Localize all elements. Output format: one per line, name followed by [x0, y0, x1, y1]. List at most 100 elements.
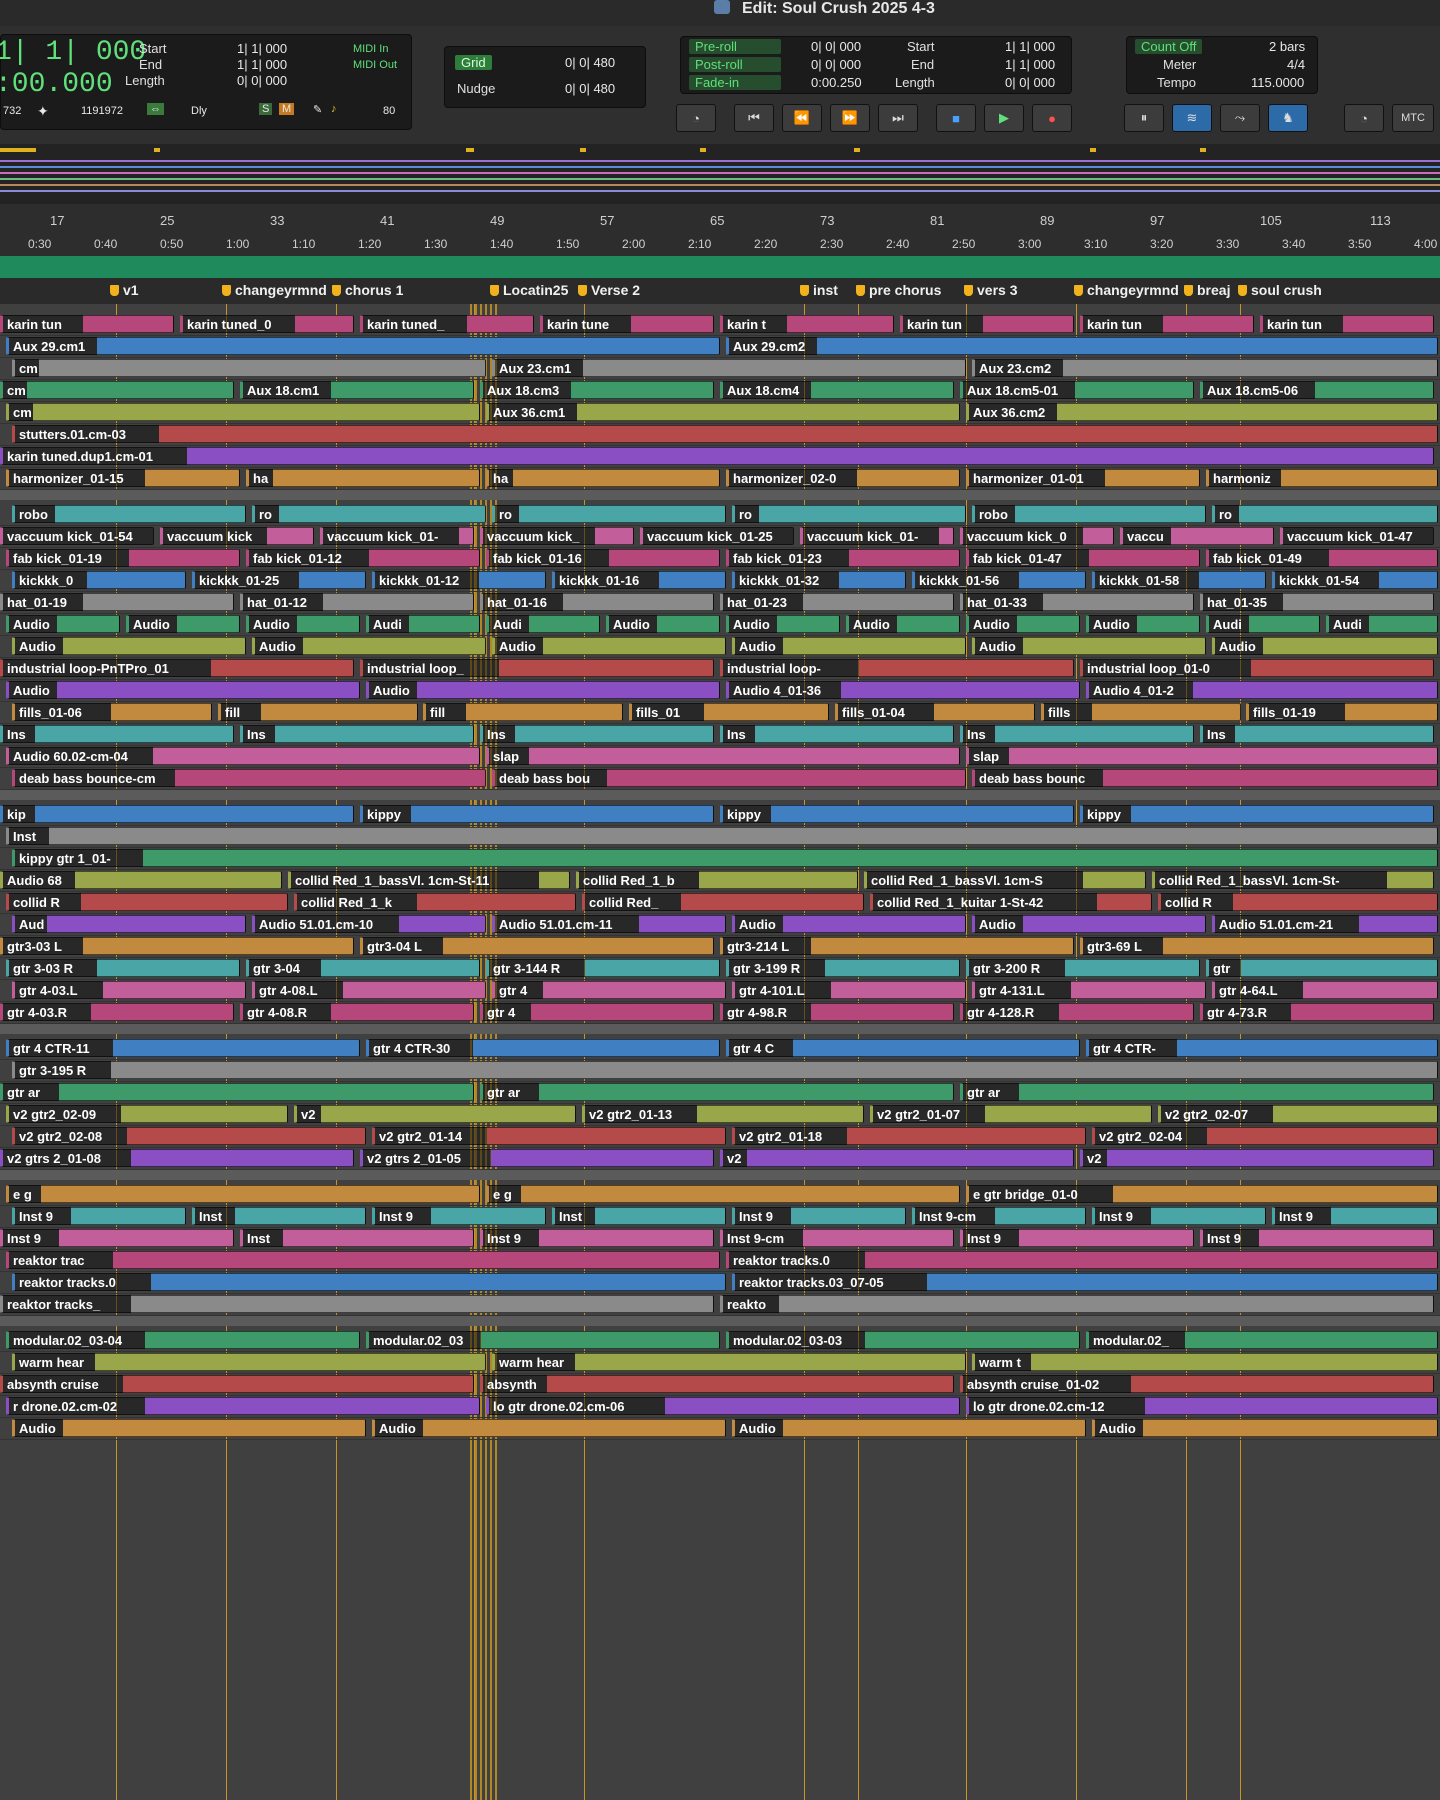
audio-clip[interactable]: gtr 3-195 R: [12, 1061, 1438, 1079]
audio-clip[interactable]: gtr 4-64.L: [1212, 981, 1438, 999]
audio-clip[interactable]: karin t: [720, 315, 894, 333]
audio-clip[interactable]: reakto: [720, 1295, 1434, 1313]
audio-clip[interactable]: gtr 4 CTR-11: [6, 1039, 360, 1057]
audio-clip[interactable]: ro: [492, 505, 726, 523]
audio-clip[interactable]: Audio 51.01.cm-21: [1212, 915, 1438, 933]
audio-clip[interactable]: modular.02_: [1086, 1331, 1438, 1349]
audio-clip[interactable]: Audio: [366, 681, 720, 699]
audio-clip[interactable]: Inst 9: [960, 1229, 1194, 1247]
audio-clip[interactable]: karin tun: [0, 315, 174, 333]
track-lane[interactable]: Inst 9 Inst Inst 9 Inst 9-cm Inst 9 Inst 9: [0, 1228, 1440, 1250]
audio-clip[interactable]: collid Red_1_bassVl. 1cm-S: [864, 871, 1146, 889]
audio-clip[interactable]: karin tun: [1260, 315, 1434, 333]
audio-clip[interactable]: Inst 9: [480, 1229, 714, 1247]
online-icon[interactable]: ◔: [676, 104, 716, 132]
track-lane[interactable]: gtr ar gtr ar gtr ar: [0, 1082, 1440, 1104]
track-lane[interactable]: Inst: [0, 826, 1440, 848]
track-lane[interactable]: kickkk_0 kickkk_01-25 kickkk_01-12 kickkk_0…: [0, 570, 1440, 592]
audio-clip[interactable]: v2: [1080, 1149, 1434, 1167]
audio-clip[interactable]: harmoniz: [1206, 469, 1438, 487]
audio-clip[interactable]: e g: [6, 1185, 480, 1203]
audio-clip[interactable]: Aux 36.cm1: [486, 403, 960, 421]
audio-clip[interactable]: kickkk_01-56: [912, 571, 1086, 589]
audio-clip[interactable]: vaccuum kick: [160, 527, 314, 545]
audio-clip[interactable]: gtr 3-03 R: [6, 959, 240, 977]
audio-clip[interactable]: gtr ar: [0, 1083, 474, 1101]
audio-clip[interactable]: kippy: [1080, 805, 1434, 823]
audio-clip[interactable]: ha: [246, 469, 480, 487]
audio-clip[interactable]: v2 gtr2_01-18: [732, 1127, 1086, 1145]
audio-clip[interactable]: gtr: [1206, 959, 1438, 977]
audio-clip[interactable]: Audio: [12, 1419, 366, 1437]
audio-clip[interactable]: karin tun: [900, 315, 1074, 333]
audio-clip[interactable]: Audi: [1206, 615, 1320, 633]
audio-clip[interactable]: cm: [12, 359, 486, 377]
audio-clip[interactable]: Audio: [966, 615, 1080, 633]
audio-clip[interactable]: fills_01-19: [1246, 703, 1438, 721]
audio-clip[interactable]: e gtr bridge_01-0: [966, 1185, 1438, 1203]
audio-clip[interactable]: Audio: [606, 615, 720, 633]
audio-clip[interactable]: robo: [12, 505, 246, 523]
audio-clip[interactable]: Audio: [726, 615, 840, 633]
track-lane[interactable]: gtr 3-195 R: [0, 1060, 1440, 1082]
audio-clip[interactable]: Audio: [6, 681, 360, 699]
audio-clip[interactable]: ha: [486, 469, 720, 487]
audio-clip[interactable]: v2 gtr2_02-08: [12, 1127, 366, 1145]
audio-clip[interactable]: Aux 36.cm2: [966, 403, 1438, 421]
audio-clip[interactable]: Audio: [1092, 1419, 1438, 1437]
audio-clip[interactable]: reaktor tracks.0: [726, 1251, 1438, 1269]
track-lane[interactable]: v2 gtr2_02-09 v2 v2 gtr2_01-13 v2 gtr2_01-0…: [0, 1104, 1440, 1126]
audio-clip[interactable]: gtr ar: [960, 1083, 1434, 1101]
audio-clip[interactable]: collid R: [1158, 893, 1438, 911]
audio-clip[interactable]: gtr3-214 L: [720, 937, 1074, 955]
tempo-value[interactable]: 115.0000: [1251, 75, 1304, 90]
track-lane[interactable]: v2 gtr2_02-08 v2 gtr2_01-14 v2 gtr2_01-18 v…: [0, 1126, 1440, 1148]
audio-clip[interactable]: karin tuned.dup1.cm-01: [0, 447, 1434, 465]
audio-clip[interactable]: fab kick_01-49: [1206, 549, 1438, 567]
audio-clip[interactable]: modular.02_03-04: [6, 1331, 360, 1349]
audio-clip[interactable]: ro: [252, 505, 486, 523]
ramp-icon[interactable]: ⤳: [1220, 104, 1260, 132]
pencil-icon[interactable]: ✎: [313, 103, 322, 116]
audio-clip[interactable]: vaccu: [1120, 527, 1274, 545]
track-lane[interactable]: Audio Audio Audio Audi Audi Audio Audio Audio Au…: [0, 614, 1440, 636]
audio-clip[interactable]: gtr 4-128.R: [960, 1003, 1194, 1021]
audio-clip[interactable]: gtr 4 CTR-30: [366, 1039, 720, 1057]
audio-clip[interactable]: fill: [218, 703, 418, 721]
audio-clip[interactable]: fab kick_01-19: [6, 549, 240, 567]
play-icon[interactable]: ▶: [984, 104, 1024, 132]
audio-clip[interactable]: Audio: [12, 637, 246, 655]
track-lane[interactable]: gtr 4-03.R gtr 4-08.R gtr 4 gtr 4-98.R gtr 4…: [0, 1002, 1440, 1024]
audio-clip[interactable]: Audio: [1212, 637, 1438, 655]
audio-clip[interactable]: Audio: [246, 615, 360, 633]
audio-clip[interactable]: vaccuum kick_0: [960, 527, 1114, 545]
record-icon[interactable]: ●: [1032, 104, 1072, 132]
track-lane[interactable]: vaccuum kick_01-54 vaccuum kick vaccuum ki…: [0, 526, 1440, 548]
track-lane[interactable]: Audio 60.02-cm-04 slap slap: [0, 746, 1440, 768]
audio-clip[interactable]: Inst: [6, 827, 1438, 845]
universe-overview[interactable]: [0, 144, 1440, 205]
audio-clip[interactable]: Inst 9: [1272, 1207, 1438, 1225]
audio-clip[interactable]: Audio 51.01.cm-11: [492, 915, 726, 933]
audio-clip[interactable]: fab kick_01-16: [486, 549, 720, 567]
value-80[interactable]: 80: [383, 105, 395, 117]
track-lane[interactable]: v2 gtrs 2_01-08 v2 gtrs 2_01-05 v2 v2: [0, 1148, 1440, 1170]
audio-clip[interactable]: v2 gtrs 2_01-05: [360, 1149, 714, 1167]
link-icon[interactable]: ⇔: [147, 103, 164, 115]
audio-clip[interactable]: warm hear: [12, 1353, 486, 1371]
go-to-end-icon[interactable]: ⏭: [878, 104, 918, 132]
scrub-icon[interactable]: ✦: [37, 103, 49, 120]
preroll-button[interactable]: Pre-roll: [689, 39, 781, 54]
audio-clip[interactable]: v2 gtr2_01-14: [372, 1127, 726, 1145]
track-lane[interactable]: Ins Ins Ins Ins Ins Ins: [0, 724, 1440, 746]
audio-clip[interactable]: Aux 29.cm2: [726, 337, 1438, 355]
fadein-value[interactable]: 0:00.250: [811, 75, 862, 90]
audio-clip[interactable]: karin tuned_0: [180, 315, 354, 333]
rewind-icon[interactable]: ⏪: [782, 104, 822, 132]
audio-clip[interactable]: Audio: [732, 637, 966, 655]
track-lane[interactable]: absynth cruise absynth absynth cruise_01-0…: [0, 1374, 1440, 1396]
audio-clip[interactable]: vaccuum kick_01-: [800, 527, 954, 545]
postroll-button[interactable]: Post-roll: [689, 57, 781, 72]
audio-clip[interactable]: harmonizer_01-01: [966, 469, 1200, 487]
audio-clip[interactable]: gtr3-04 L: [360, 937, 714, 955]
